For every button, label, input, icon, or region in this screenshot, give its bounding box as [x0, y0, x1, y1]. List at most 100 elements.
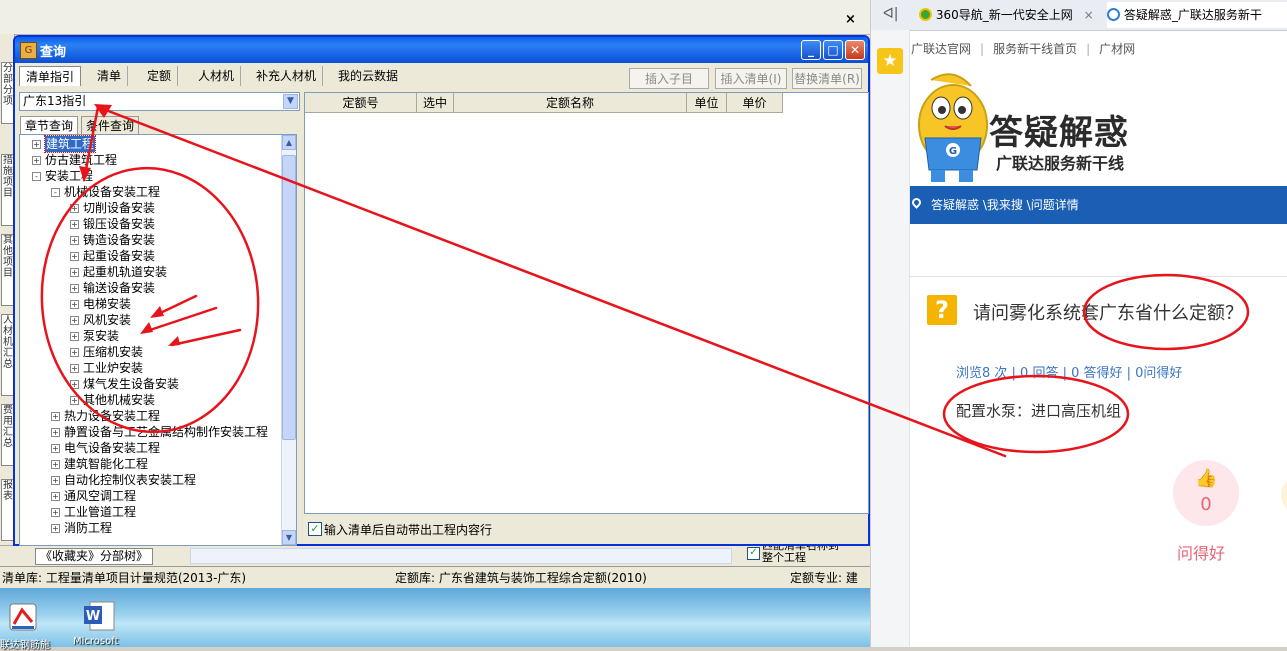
- expand-icon[interactable]: +: [51, 492, 60, 501]
- tree-node[interactable]: + 煤气发生设备安装: [20, 376, 278, 392]
- dialog-title-bar[interactable]: G 查询 _ □ ✕: [15, 37, 868, 63]
- tab-condition-search[interactable]: 条件查询: [81, 116, 140, 134]
- close-icon[interactable]: ×: [1084, 8, 1094, 22]
- chapter-tree[interactable]: + 建筑工程 + 仿古建筑工程 - 安装工程 - 机械设备安装工程 + 切削设备安装 + 锻压设备安装…: [19, 134, 297, 546]
- tree-node[interactable]: + 工业炉安装: [20, 360, 278, 376]
- tab-quota[interactable]: 定额: [141, 66, 179, 86]
- maximize-button[interactable]: □: [823, 40, 843, 60]
- tree-node[interactable]: + 电气设备安装工程: [20, 440, 278, 456]
- nav-link-glodon[interactable]: 广联达官网: [911, 42, 971, 56]
- glodon-icon[interactable]: [6, 602, 46, 640]
- tree-node[interactable]: + 铸造设备安装: [20, 232, 278, 248]
- tree-node[interactable]: + 起重设备安装: [20, 248, 278, 264]
- match-list-checkbox[interactable]: ✓: [747, 547, 760, 560]
- expand-icon[interactable]: +: [70, 204, 79, 213]
- expand-icon[interactable]: +: [70, 252, 79, 261]
- insert-list-button[interactable]: 插入清单(I): [715, 68, 787, 89]
- expand-icon[interactable]: +: [70, 300, 79, 309]
- site-nav: 广联达官网 | 服务新干线首页 | 广材网: [911, 42, 1136, 56]
- replace-list-button[interactable]: 替换清单(R): [792, 68, 862, 89]
- background-close-button[interactable]: ×: [845, 12, 856, 27]
- bottom-tab[interactable]: 《收藏夹》分部树》: [35, 548, 154, 565]
- star-icon[interactable]: ★: [877, 48, 903, 74]
- column-header-unit[interactable]: 单位: [687, 93, 727, 113]
- nav-link-material-net[interactable]: 广材网: [1099, 42, 1135, 56]
- tree-node[interactable]: - 机械设备安装工程: [20, 184, 278, 200]
- tree-node[interactable]: + 风机安装: [20, 312, 278, 328]
- expand-icon[interactable]: +: [70, 348, 79, 357]
- secondary-action-button[interactable]: [1281, 475, 1287, 515]
- tree-node[interactable]: + 建筑智能化工程: [20, 456, 278, 472]
- scroll-up-icon[interactable]: ▲: [282, 135, 296, 150]
- expand-icon[interactable]: +: [51, 428, 60, 437]
- auto-content-checkbox-label: 输入清单后自动带出工程内容行: [324, 523, 493, 537]
- tree-node[interactable]: - 安装工程: [20, 168, 278, 184]
- expand-icon[interactable]: +: [70, 316, 79, 325]
- tab-cloud-data[interactable]: 我的云数据: [332, 66, 404, 86]
- expand-icon[interactable]: +: [70, 332, 79, 341]
- word-icon[interactable]: W: [82, 600, 122, 638]
- tree-node[interactable]: + 热力设备安装工程: [20, 408, 278, 424]
- tree-node[interactable]: + 通风空调工程: [20, 488, 278, 504]
- tree-node[interactable]: + 压缩机安装: [20, 344, 278, 360]
- tree-node[interactable]: + 起重机轨道安装: [20, 264, 278, 280]
- tree-node[interactable]: + 切削设备安装: [20, 200, 278, 216]
- scroll-down-icon[interactable]: ▼: [282, 530, 296, 545]
- expand-icon[interactable]: +: [70, 284, 79, 293]
- tree-node[interactable]: + 其他机械安装: [20, 392, 278, 408]
- tree-node[interactable]: + 锻压设备安装: [20, 216, 278, 232]
- nav-link-service-home[interactable]: 服务新干线首页: [993, 42, 1077, 56]
- scroll-thumb[interactable]: [282, 155, 296, 440]
- expand-icon[interactable]: +: [70, 236, 79, 245]
- collapse-icon[interactable]: -: [51, 188, 60, 197]
- horizontal-scrollbar[interactable]: [190, 548, 732, 564]
- expand-icon[interactable]: +: [70, 268, 79, 277]
- close-button[interactable]: ✕: [845, 40, 865, 60]
- tab-chapter-search[interactable]: 章节查询: [20, 116, 79, 134]
- expand-icon[interactable]: +: [51, 460, 60, 469]
- tab-supplement-material[interactable]: 补充人材机: [250, 66, 324, 86]
- column-header-quota-no[interactable]: 定额号: [305, 93, 417, 113]
- tree-node[interactable]: + 消防工程: [20, 520, 278, 536]
- like-button[interactable]: 👍 0: [1173, 460, 1239, 526]
- minimize-button[interactable]: _: [801, 40, 821, 60]
- tree-node[interactable]: + 电梯安装: [20, 296, 278, 312]
- expand-icon[interactable]: +: [70, 220, 79, 229]
- collapse-sidebar-icon[interactable]: ᐊ|: [883, 6, 898, 22]
- guide-library-select[interactable]: 广东13指引 ▼: [19, 92, 300, 111]
- auto-content-checkbox[interactable]: ✓: [308, 522, 322, 536]
- expand-icon[interactable]: +: [70, 364, 79, 373]
- expand-icon[interactable]: +: [51, 412, 60, 421]
- expand-icon[interactable]: +: [70, 396, 79, 405]
- chevron-down-icon[interactable]: ▼: [283, 94, 298, 109]
- tab-list[interactable]: 清单: [91, 66, 129, 86]
- tree-node[interactable]: + 静置设备与工艺金属结构制作安装工程: [20, 424, 278, 440]
- browser-tab[interactable]: 360导航_新一代安全上网 ×: [919, 2, 1101, 28]
- tree-node-label: 通风空调工程: [64, 489, 137, 503]
- tree-node[interactable]: + 建筑工程: [20, 135, 278, 153]
- insert-subitem-button[interactable]: 插入子目: [629, 68, 709, 89]
- expand-icon[interactable]: +: [51, 476, 60, 485]
- tree-node-label: 建筑工程: [43, 135, 97, 153]
- breadcrumb[interactable]: 答疑解惑 \我来搜 \问题详情: [931, 186, 1079, 224]
- tree-node[interactable]: + 工业管道工程: [20, 504, 278, 520]
- collapse-icon[interactable]: -: [32, 172, 41, 181]
- tree-node[interactable]: + 自动化控制仪表安装工程: [20, 472, 278, 488]
- column-header-selected[interactable]: 选中: [417, 93, 454, 113]
- tree-scrollbar[interactable]: ▲ ▼: [281, 135, 296, 545]
- expand-icon[interactable]: +: [51, 444, 60, 453]
- column-header-price[interactable]: 单价: [727, 93, 783, 113]
- expand-icon[interactable]: +: [51, 508, 60, 517]
- tree-node[interactable]: + 泵安装: [20, 328, 278, 344]
- quota-grid[interactable]: 定额号 选中 定额名称 单位 单价: [304, 92, 869, 514]
- tree-node[interactable]: + 仿古建筑工程: [20, 152, 278, 168]
- tab-list-guide[interactable]: 清单指引: [19, 66, 82, 86]
- expand-icon[interactable]: +: [32, 140, 41, 149]
- tree-node[interactable]: + 输送设备安装: [20, 280, 278, 296]
- expand-icon[interactable]: +: [32, 156, 41, 165]
- expand-icon[interactable]: +: [51, 524, 60, 533]
- browser-tab-active[interactable]: 答疑解惑_广联达服务新干: [1107, 2, 1287, 28]
- expand-icon[interactable]: +: [70, 380, 79, 389]
- column-header-quota-name[interactable]: 定额名称: [454, 93, 687, 113]
- tab-material[interactable]: 人材机: [192, 66, 242, 86]
